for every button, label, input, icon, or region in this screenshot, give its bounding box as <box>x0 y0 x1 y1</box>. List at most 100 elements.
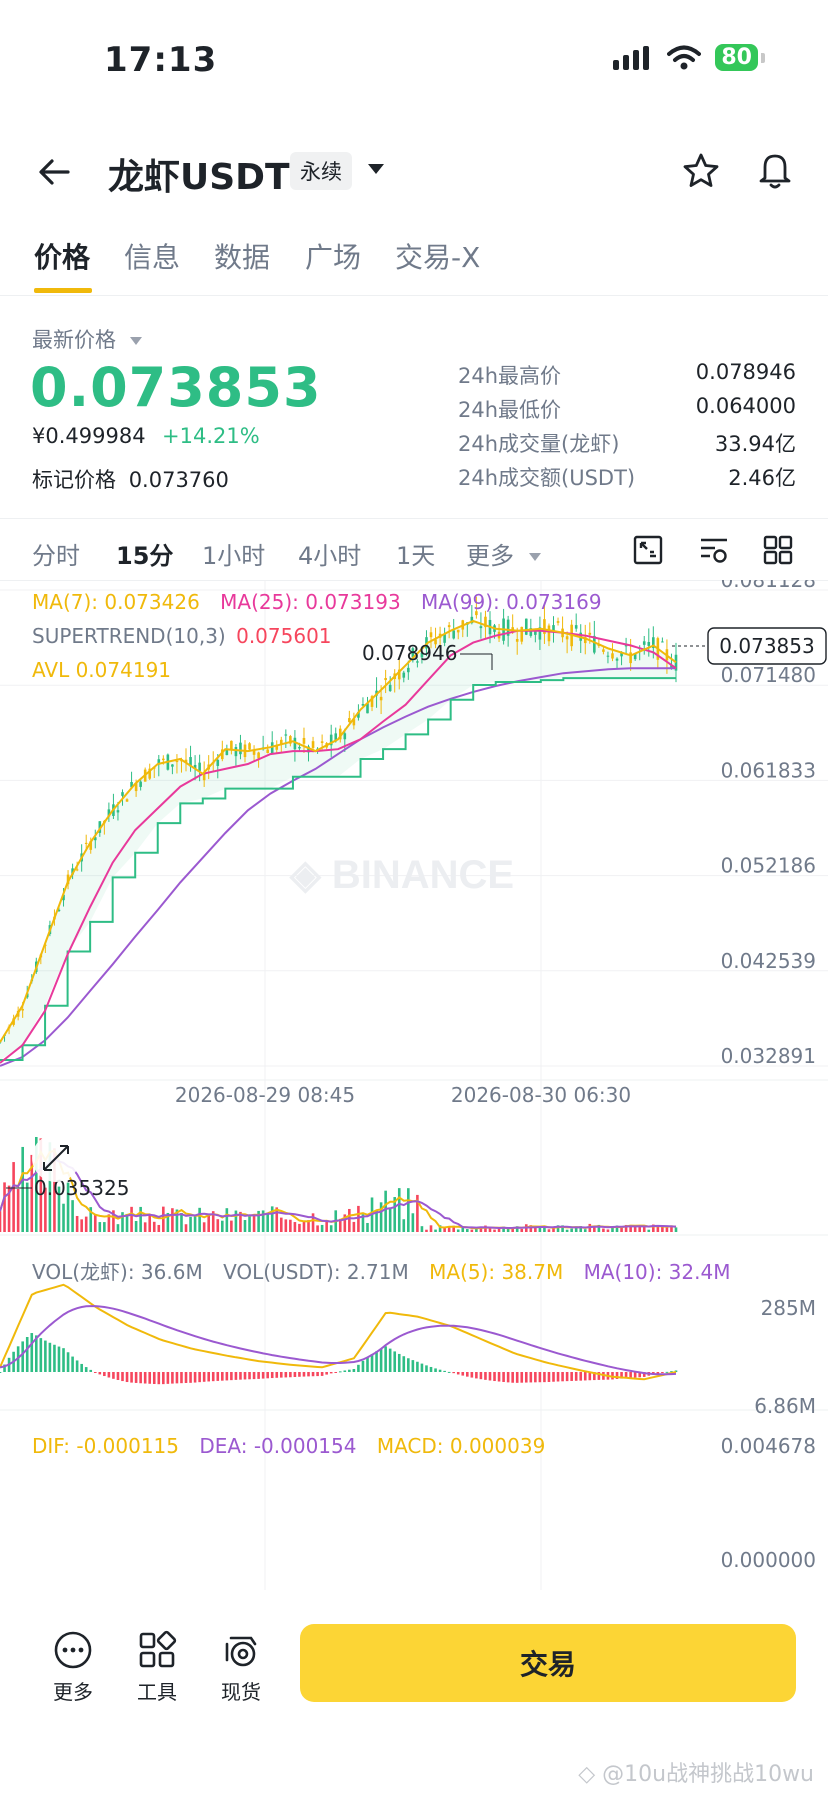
volume-bar <box>348 1208 351 1232</box>
macd-bar <box>357 1364 360 1372</box>
macd-bar <box>543 1372 546 1383</box>
candle-body <box>125 799 129 802</box>
macd-bar <box>189 1372 192 1383</box>
ma7-value: MA(7): 0.073426 <box>32 590 200 614</box>
interval-1h[interactable]: 1小时 <box>202 536 265 571</box>
bell-icon[interactable] <box>756 150 794 190</box>
supertrend-fill <box>0 620 676 1060</box>
candle-body <box>447 625 451 628</box>
macd-bar <box>202 1372 206 1382</box>
divider <box>0 518 828 519</box>
macd-bar <box>98 1372 102 1375</box>
tab-square[interactable]: 广场 <box>305 236 361 276</box>
last-price: 0.073853 <box>30 356 322 419</box>
macd-bar <box>166 1372 170 1384</box>
macd-bar <box>175 1372 179 1384</box>
indicators-icon[interactable] <box>698 534 730 566</box>
volume-bar <box>506 1228 510 1232</box>
tools-icon <box>139 1630 177 1668</box>
current-price-tag-text: 0.073853 <box>719 634 814 658</box>
candle-body <box>75 869 79 871</box>
volume-bar <box>456 1229 460 1232</box>
macd-bar <box>515 1372 519 1383</box>
wifi-icon <box>667 45 702 69</box>
macd-bar <box>261 1372 265 1379</box>
back-arrow-icon[interactable] <box>34 152 74 192</box>
tab-info[interactable]: 信息 <box>124 236 180 276</box>
volume-bar <box>429 1225 433 1232</box>
more-button[interactable]: 更多 <box>38 1630 108 1705</box>
volume-bar <box>16 1189 20 1232</box>
macd-bar <box>243 1372 247 1380</box>
candle-body <box>343 733 347 740</box>
volume-bar <box>293 1222 297 1232</box>
price-change-percent: +14.21% <box>162 424 260 448</box>
tab-trade-x[interactable]: 交易-X <box>395 236 480 276</box>
volume-bar <box>80 1219 83 1232</box>
price-type-selector[interactable]: 最新价格 <box>32 324 143 354</box>
macd-bar <box>130 1372 133 1383</box>
header: 龙虾USDT 永续 <box>0 138 828 206</box>
volume-bar <box>402 1219 406 1232</box>
candle-body <box>248 743 251 750</box>
time-axis-tick: 2026-08-30 06:30 <box>451 1083 631 1107</box>
macd-bar <box>334 1372 338 1373</box>
macd-bar <box>393 1351 397 1372</box>
macd-bar <box>157 1372 161 1385</box>
candle-body <box>384 678 387 681</box>
battery-icon: 80 <box>715 44 765 71</box>
spot-label: 现货 <box>221 1680 261 1704</box>
macd-bar <box>0 1372 2 1373</box>
volume-bar <box>388 1208 392 1232</box>
candle-body <box>407 667 410 673</box>
trade-button[interactable]: 交易 <box>300 1624 796 1702</box>
caret-down-icon[interactable] <box>366 162 386 176</box>
volume-bar <box>162 1206 165 1232</box>
price-axis-tick: 0.052186 <box>721 854 816 878</box>
macd-bar <box>561 1372 564 1382</box>
interval-timeshare[interactable]: 分时 <box>32 536 80 571</box>
interval-more[interactable]: 更多 <box>466 536 542 571</box>
interval-4h[interactable]: 4小时 <box>298 536 361 571</box>
interval-1d[interactable]: 1天 <box>396 536 435 571</box>
volume-bar <box>606 1229 610 1232</box>
favorite-star-icon[interactable] <box>682 152 720 190</box>
macd-bar <box>103 1372 106 1377</box>
candle-body <box>402 672 406 678</box>
candle-body <box>615 658 619 661</box>
chart-settings-icon[interactable] <box>632 534 664 566</box>
volume-bar <box>234 1210 238 1232</box>
volume-bar <box>329 1225 333 1232</box>
avl-value: AVL 0.074191 <box>32 658 172 682</box>
price-cny: ¥0.499984 <box>32 424 146 448</box>
tab-price[interactable]: 价格 <box>34 236 90 276</box>
macd-bar <box>484 1372 487 1380</box>
volume-bar <box>520 1228 524 1232</box>
macd-bar <box>112 1372 115 1379</box>
volume-bar <box>143 1222 147 1232</box>
tab-data[interactable]: 数据 <box>214 236 270 276</box>
macd-dif-value: DIF: -0.000115 <box>32 1434 179 1458</box>
tools-button[interactable]: 工具 <box>122 1630 192 1705</box>
layout-grid-icon[interactable] <box>762 534 794 566</box>
macd-bar <box>379 1348 383 1372</box>
macd-bar <box>370 1354 374 1372</box>
candle-body <box>547 625 551 642</box>
mark-price: 标记价格 0.073760 <box>32 464 229 494</box>
volume-bar <box>266 1213 269 1232</box>
macd-bar <box>352 1368 356 1372</box>
macd-bar <box>384 1346 387 1372</box>
caret-down-icon <box>129 337 142 345</box>
svg-text:◈ BINANCE: ◈ BINANCE <box>289 853 514 897</box>
macd-bar <box>302 1372 306 1377</box>
volume-bar <box>583 1229 587 1232</box>
spot-swap-icon <box>225 1636 257 1667</box>
spot-button[interactable]: 现货 <box>206 1630 276 1705</box>
volume-bar <box>148 1214 152 1232</box>
macd-bar <box>221 1372 224 1381</box>
macd-bar <box>230 1372 233 1381</box>
volume-bar <box>157 1224 161 1232</box>
pair-title[interactable]: 龙虾USDT <box>108 148 290 200</box>
interval-15m[interactable]: 15分 <box>116 536 173 571</box>
expand-chart-icon[interactable] <box>32 1134 80 1182</box>
